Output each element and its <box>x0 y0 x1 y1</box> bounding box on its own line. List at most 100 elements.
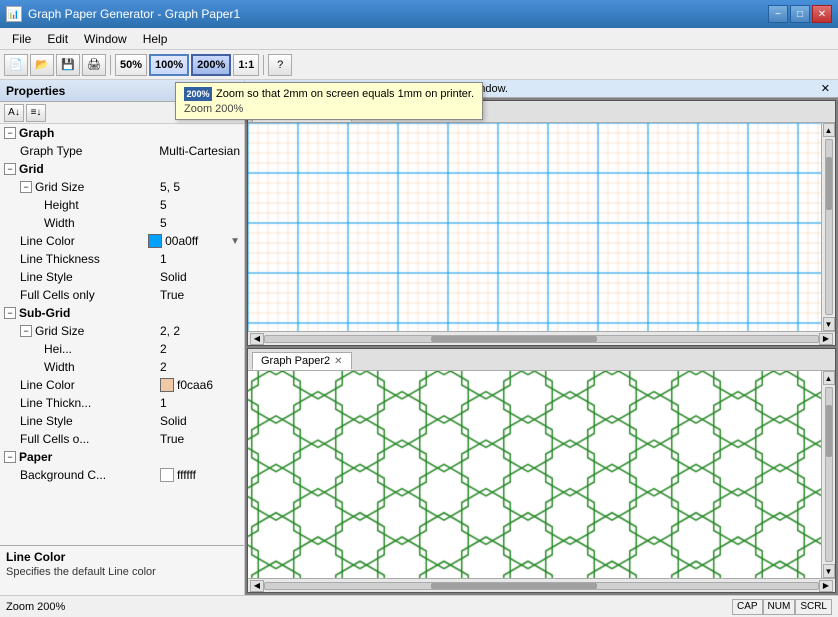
scroll-thumb-v-1 <box>826 157 832 209</box>
panel-body-1: ▲ ▼ <box>248 123 835 331</box>
section-graph[interactable]: − Graph <box>0 124 244 142</box>
prop-subgrid-line-color[interactable]: Line Color f0caa6 <box>0 376 244 394</box>
expand-subgrid-size[interactable]: − <box>20 325 32 337</box>
properties-title: Properties <box>6 84 65 98</box>
separator1 <box>110 55 111 75</box>
scroll-track-v-2[interactable] <box>825 387 833 562</box>
scroll-up-1[interactable]: ▲ <box>823 123 835 137</box>
title-bar: 📊 Graph Paper Generator - Graph Paper1 −… <box>0 0 838 28</box>
info-desc: Specifies the default Line color <box>6 566 238 578</box>
scroll-right-1[interactable]: ▶ <box>819 333 833 345</box>
scroll-track-v-1[interactable] <box>825 139 833 315</box>
separator2 <box>263 55 264 75</box>
new-button[interactable]: 📄 <box>4 54 28 76</box>
tooltip-line2: Zoom 200% <box>184 103 474 115</box>
prop-height[interactable]: Height 5 <box>0 196 244 214</box>
toolbar: 📄 📂 💾 🖨 50% 100% 200% 1:1 ? <box>0 50 838 80</box>
num-indicator: NUM <box>763 599 796 615</box>
status-bar: Zoom 200% CAP NUM SCRL <box>0 595 838 617</box>
prop-line-style[interactable]: Line Style Solid <box>0 268 244 286</box>
prop-subgrid-size[interactable]: − Grid Size 2, 2 <box>0 322 244 340</box>
tooltip-line1: Zoom so that 2mm on screen equals 1mm on… <box>216 88 474 100</box>
main-layout: Properties ✕ A↓ ≡↓ − Graph Graph Type Mu… <box>0 80 838 595</box>
prop-line-thickness[interactable]: Line Thickness 1 <box>0 250 244 268</box>
zoom-100[interactable]: 100% <box>149 54 189 76</box>
expand-grid-size[interactable]: − <box>20 181 32 193</box>
print-button[interactable]: 🖨 <box>82 54 106 76</box>
line-color-swatch <box>148 234 162 248</box>
scroll-left-1[interactable]: ◀ <box>250 333 264 345</box>
expand-graph[interactable]: − <box>4 127 16 139</box>
prop-subgrid-width[interactable]: Width 2 <box>0 358 244 376</box>
expand-subgrid[interactable]: − <box>4 307 16 319</box>
scroll-up-2[interactable]: ▲ <box>823 371 835 385</box>
scroll-thumb-h-2 <box>431 583 597 589</box>
expand-grid[interactable]: − <box>4 163 16 175</box>
zoom-50[interactable]: 50% <box>115 54 147 76</box>
close-button[interactable]: ✕ <box>812 5 832 23</box>
zoom-1to1[interactable]: 1:1 <box>233 54 259 76</box>
prop-full-cells[interactable]: Full Cells only True <box>0 286 244 304</box>
graph-canvas-1 <box>248 123 821 331</box>
scroll-thumb-h-1 <box>431 336 597 342</box>
scroll-right-2[interactable]: ▶ <box>819 580 833 592</box>
properties-panel: Properties ✕ A↓ ≡↓ − Graph Graph Type Mu… <box>0 80 245 595</box>
prop-subgrid-height[interactable]: Hei... 2 <box>0 340 244 358</box>
scrollbar-h-2[interactable]: ◀ ▶ <box>248 578 835 592</box>
zoom-tooltip: 200% Zoom so that 2mm on screen equals 1… <box>175 82 483 120</box>
cap-indicator: CAP <box>732 599 763 615</box>
properties-info: Line Color Specifies the default Line co… <box>0 545 244 595</box>
prop-bg-color[interactable]: Background C... ffffff <box>0 466 244 484</box>
props-sort-alpha[interactable]: A↓ <box>4 104 24 122</box>
scroll-track-h-1[interactable] <box>264 335 819 343</box>
prop-line-color[interactable]: Line Color 00a0ff ▼ <box>0 232 244 250</box>
prop-subgrid-style[interactable]: Line Style Solid <box>0 412 244 430</box>
scroll-left-2[interactable]: ◀ <box>250 580 264 592</box>
info-bar-close[interactable]: ✕ <box>821 82 830 95</box>
scroll-down-2[interactable]: ▼ <box>823 564 835 578</box>
prop-grid-size[interactable]: − Grid Size 5, 5 <box>0 178 244 196</box>
app-icon: 📊 <box>6 6 22 22</box>
zoom-200[interactable]: 200% <box>191 54 231 76</box>
save-button[interactable]: 💾 <box>56 54 80 76</box>
menu-edit[interactable]: Edit <box>39 30 76 48</box>
window-controls: − □ ✕ <box>768 5 832 23</box>
scroll-down-1[interactable]: ▼ <box>823 317 835 331</box>
info-title: Line Color <box>6 550 238 564</box>
props-sort-cat[interactable]: ≡↓ <box>26 104 46 122</box>
tab-close-2[interactable]: ✕ <box>334 356 342 367</box>
scrollbar-h-1[interactable]: ◀ ▶ <box>248 331 835 345</box>
scroll-track-h-2[interactable] <box>264 582 819 590</box>
menu-file[interactable]: File <box>4 30 39 48</box>
scrl-indicator: SCRL <box>795 599 832 615</box>
status-zoom: Zoom 200% <box>6 601 65 613</box>
line-color-dropdown[interactable]: ▼ <box>230 236 240 247</box>
prop-graph-type[interactable]: Graph Type Multi-Cartesian <box>0 142 244 160</box>
scrollbar-v-1[interactable]: ▲ ▼ <box>821 123 835 331</box>
tooltip-icon: 200% <box>184 87 212 101</box>
open-button[interactable]: 📂 <box>30 54 54 76</box>
panel-body-2: ▲ ▼ <box>248 371 835 578</box>
tab-bar-2: Graph Paper2 ✕ <box>248 349 835 371</box>
help-button[interactable]: ? <box>268 54 292 76</box>
menu-window[interactable]: Window <box>76 30 135 48</box>
section-subgrid[interactable]: − Sub-Grid <box>0 304 244 322</box>
properties-tree: − Graph Graph Type Multi-Cartesian − Gri… <box>0 124 244 545</box>
menu-help[interactable]: Help <box>135 30 176 48</box>
status-indicators: CAP NUM SCRL <box>732 599 832 615</box>
prop-width[interactable]: Width 5 <box>0 214 244 232</box>
subgrid-color-swatch <box>160 378 174 392</box>
prop-subgrid-thickness[interactable]: Line Thickn... 1 <box>0 394 244 412</box>
tab-graph-paper2[interactable]: Graph Paper2 ✕ <box>252 352 352 370</box>
graph-paper2-panel: Graph Paper2 ✕ ▲ ▼ ◀ <box>247 348 836 593</box>
scroll-thumb-v-2 <box>826 405 832 457</box>
expand-paper[interactable]: − <box>4 451 16 463</box>
prop-subgrid-full[interactable]: Full Cells o... True <box>0 430 244 448</box>
section-paper[interactable]: − Paper <box>0 448 244 466</box>
minimize-button[interactable]: − <box>768 5 788 23</box>
maximize-button[interactable]: □ <box>790 5 810 23</box>
menu-bar: File Edit Window Help <box>0 28 838 50</box>
graph-canvas-2 <box>248 371 821 578</box>
section-grid[interactable]: − Grid <box>0 160 244 178</box>
scrollbar-v-2[interactable]: ▲ ▼ <box>821 371 835 578</box>
